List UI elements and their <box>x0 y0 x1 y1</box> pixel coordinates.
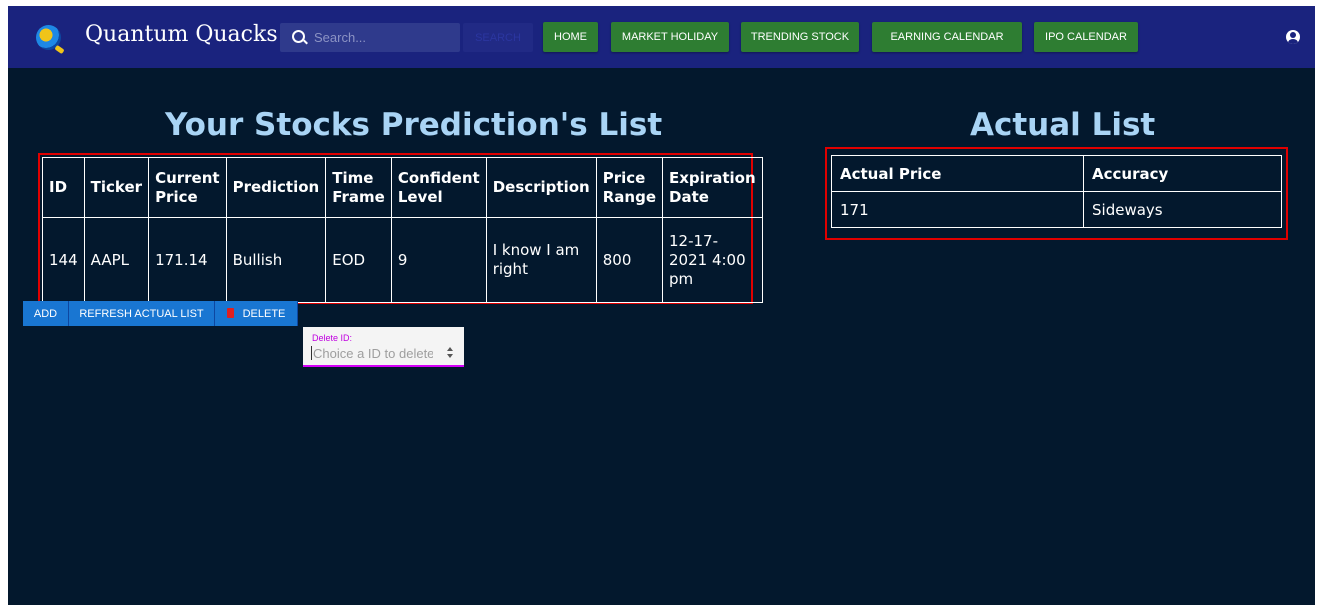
search-input[interactable] <box>314 23 454 52</box>
text-caret <box>311 346 312 360</box>
add-button[interactable]: ADD <box>23 301 69 326</box>
brand-title[interactable]: Quantum Quacks <box>85 22 278 47</box>
cell-actual-price: 171 <box>831 191 1084 228</box>
table-row[interactable]: 171 Sideways <box>831 191 1282 228</box>
delete-id-input[interactable] <box>313 345 433 361</box>
col-confident-level-header: Confident Level <box>390 157 487 218</box>
cell-current-price: 171.14 <box>148 217 227 303</box>
cell-expiration-date: 12-17-2021 4:00 pm <box>662 217 763 303</box>
col-id-header: ID <box>42 157 85 218</box>
trash-icon <box>226 307 234 318</box>
search-icon <box>292 30 305 43</box>
delete-id-label: Delete ID: <box>312 333 353 343</box>
nav-earning-calendar-button[interactable]: EARNING CALENDAR <box>872 22 1022 52</box>
top-navbar: Quantum Quacks SEARCH HOME MARKET HOLIDA… <box>8 6 1315 68</box>
app-frame: Quantum Quacks SEARCH HOME MARKET HOLIDA… <box>8 6 1315 605</box>
actual-table-highlight: Actual Price Accuracy 171 Sideways <box>825 147 1288 240</box>
cell-accuracy: Sideways <box>1083 191 1282 228</box>
delete-button[interactable]: DELETE <box>215 301 298 326</box>
col-time-frame-header: Time Frame <box>325 157 392 218</box>
cell-id: 144 <box>42 217 85 303</box>
delete-button-label: DELETE <box>242 307 286 320</box>
nav-market-holiday-button[interactable]: MARKET HOLIDAY <box>611 22 729 52</box>
actual-list-heading: Actual List <box>970 107 1156 143</box>
duck-logo-icon[interactable] <box>36 25 65 55</box>
actual-table-header-row: Actual Price Accuracy <box>831 155 1282 192</box>
col-expiration-date-header: Expiration Date <box>662 157 763 218</box>
user-account-icon[interactable] <box>1286 30 1300 44</box>
cell-prediction: Bullish <box>225 217 327 303</box>
prediction-table-highlight: ID Ticker Current Price Prediction Time … <box>38 153 763 304</box>
col-description-header: Description <box>485 157 597 218</box>
nav-ipo-calendar-button[interactable]: IPO CALENDAR <box>1034 22 1138 52</box>
search-button[interactable]: SEARCH <box>463 23 533 52</box>
col-price-range-header: Price Range <box>595 157 664 218</box>
refresh-actual-list-button[interactable]: REFRESH ACTUAL LIST <box>69 301 215 326</box>
nav-home-button[interactable]: HOME <box>543 22 598 52</box>
col-current-price-header: Current Price <box>148 157 227 218</box>
table-row[interactable]: 144 AAPL 171.14 Bullish EOD 9 I know I a… <box>42 217 763 303</box>
prediction-table-header-row: ID Ticker Current Price Prediction Time … <box>42 157 763 218</box>
cell-time-frame: EOD <box>325 217 392 303</box>
col-actual-price-header: Actual Price <box>831 155 1084 192</box>
actual-table: Actual Price Accuracy 171 Sideways <box>831 155 1282 228</box>
prediction-table: ID Ticker Current Price Prediction Time … <box>42 157 763 303</box>
cell-ticker: AAPL <box>83 217 150 303</box>
cell-description: I know I am right <box>485 217 597 303</box>
number-spinner-icon[interactable] <box>446 346 454 360</box>
cell-price-range: 800 <box>595 217 664 303</box>
search-box <box>280 23 460 52</box>
delete-id-field[interactable]: Delete ID: <box>303 327 464 367</box>
col-ticker-header: Ticker <box>83 157 150 218</box>
col-prediction-header: Prediction <box>225 157 327 218</box>
nav-trending-stock-button[interactable]: TRENDING STOCK <box>741 22 859 52</box>
cell-confident-level: 9 <box>390 217 487 303</box>
col-accuracy-header: Accuracy <box>1083 155 1282 192</box>
prediction-list-heading: Your Stocks Prediction's List <box>165 107 663 143</box>
